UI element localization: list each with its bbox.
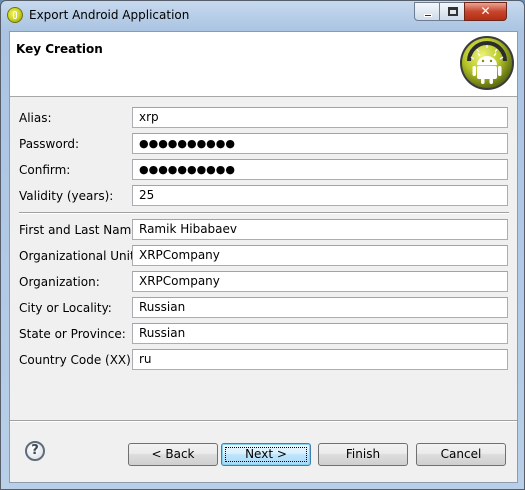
confirm-password-input[interactable]: ●●●●●●●●●● <box>132 159 508 180</box>
next-button[interactable]: Next > <box>221 443 311 466</box>
organization-input[interactable]: XRPCompany <box>132 271 508 292</box>
name-input[interactable]: Ramik Hibabaev <box>132 219 508 240</box>
name-row: First and Last Name: Ramik Hibabaev <box>10 218 517 242</box>
minimize-icon <box>424 14 432 17</box>
title-bar[interactable]: Export Android Application ✕ <box>1 1 524 31</box>
help-icon[interactable]: ? <box>25 441 45 461</box>
cancel-button[interactable]: Cancel <box>416 443 506 466</box>
close-button[interactable]: ✕ <box>464 2 507 21</box>
alias-label: Alias: <box>19 111 52 125</box>
finish-label: Finish <box>345 447 381 461</box>
organization-label: Organization: <box>19 275 100 289</box>
android-robot-icon <box>460 36 514 90</box>
finish-button[interactable]: Finish <box>318 443 408 466</box>
country-code-input[interactable]: ru <box>132 349 508 370</box>
password-input[interactable]: ●●●●●●●●●● <box>132 133 508 154</box>
password-label: Password: <box>19 137 80 151</box>
name-label: First and Last Name: <box>19 223 143 237</box>
window-title: Export Android Application <box>29 8 190 22</box>
unit-row: Organizational Unit: XRPCompany <box>10 244 517 268</box>
wizard-header: Key Creation <box>10 32 517 97</box>
state-input[interactable]: Russian <box>132 323 508 344</box>
eclipse-app-icon <box>7 7 23 23</box>
cancel-label: Cancel <box>440 447 482 461</box>
maximize-button[interactable] <box>439 2 465 21</box>
organizational-unit-input[interactable]: XRPCompany <box>132 245 508 266</box>
dialog-window: Export Android Application ✕ Key Creatio… <box>0 0 525 490</box>
focus-ring <box>225 447 307 462</box>
organization-row: Organization: XRPCompany <box>10 270 517 294</box>
dialog-client-area: Key Creation Alias: xrp Password: ●●●●●●… <box>9 31 518 483</box>
back-button[interactable]: < Back <box>128 443 218 466</box>
city-row: City or Locality: Russian <box>10 296 517 320</box>
validity-input[interactable]: 25 <box>132 185 508 206</box>
page-title: Key Creation <box>16 42 103 56</box>
confirm-label: Confirm: <box>19 163 71 177</box>
button-bar-separator <box>10 420 517 422</box>
password-row: Password: ●●●●●●●●●● <box>10 132 517 156</box>
form-separator <box>19 212 509 214</box>
country-row: Country Code (XX): ru <box>10 348 517 372</box>
alias-row: Alias: xrp <box>10 106 517 130</box>
validity-row: Validity (years): 25 <box>10 184 517 208</box>
validity-label: Validity (years): <box>19 189 114 203</box>
state-label: State or Province: <box>19 327 126 341</box>
city-input[interactable]: Russian <box>132 297 508 318</box>
country-label: Country Code (XX): <box>19 353 135 367</box>
alias-input[interactable]: xrp <box>132 107 508 128</box>
unit-label: Organizational Unit: <box>19 249 139 263</box>
city-label: City or Locality: <box>19 301 112 315</box>
back-label: < Back <box>151 447 195 461</box>
minimize-button[interactable] <box>414 2 440 21</box>
state-row: State or Province: Russian <box>10 322 517 346</box>
close-icon: ✕ <box>480 4 491 18</box>
maximize-icon <box>448 7 458 16</box>
confirm-row: Confirm: ●●●●●●●●●● <box>10 158 517 182</box>
